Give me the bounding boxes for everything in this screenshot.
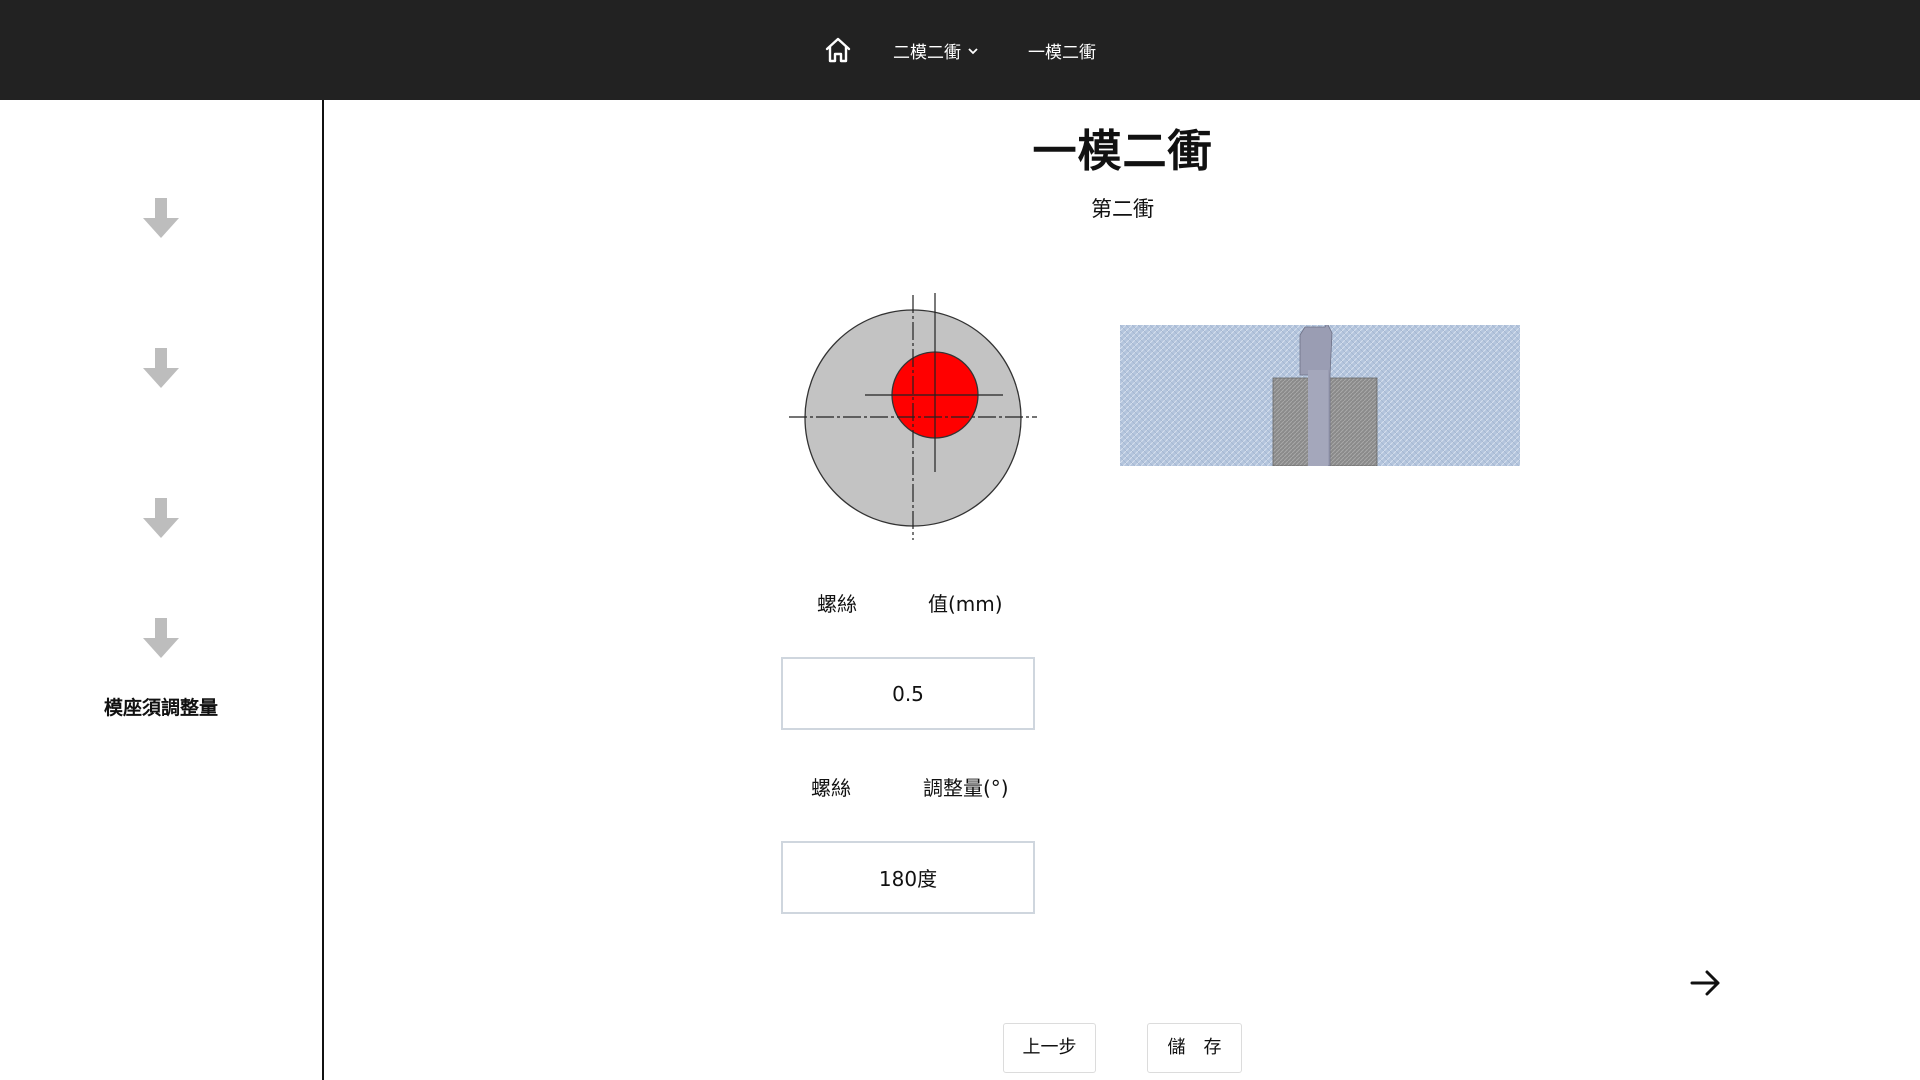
alignment-diagram xyxy=(789,293,1037,540)
screw-label: 螺絲 xyxy=(817,592,857,616)
screw-adjustment-field[interactable] xyxy=(781,841,1035,914)
arrow-right-icon[interactable] xyxy=(1690,970,1722,996)
screw-label: 螺絲 xyxy=(811,776,851,800)
mold-section-image xyxy=(1120,325,1520,466)
adjustment-degree-label: 調整量(°) xyxy=(923,776,1009,800)
page-title: 一模二衝 xyxy=(1032,126,1213,177)
step-label-die-adjustment[interactable]: 模座須調整量 xyxy=(0,693,322,720)
arrow-down-icon xyxy=(143,618,179,658)
nav-link-one-die-two-punch[interactable]: 一模二衝 xyxy=(1028,38,1096,63)
steps-sidebar: 模座須調整量 xyxy=(0,100,324,1080)
screw-value-field[interactable] xyxy=(781,657,1035,730)
arrow-down-icon xyxy=(143,198,179,238)
save-button[interactable]: 儲 存 xyxy=(1147,1023,1242,1073)
nav-menu-two-die-two-punch[interactable]: 二模二衝 xyxy=(893,38,979,63)
arrow-down-icon xyxy=(143,498,179,538)
nav-menu-label: 二模二衝 xyxy=(893,43,961,63)
home-icon[interactable] xyxy=(823,35,853,65)
top-navigation-bar: 二模二衝 一模二衝 xyxy=(0,0,1920,100)
previous-step-button[interactable]: 上一步 xyxy=(1003,1023,1096,1073)
value-mm-label: 值(mm) xyxy=(928,592,1003,616)
chevron-down-icon xyxy=(968,47,978,54)
arrow-down-icon xyxy=(143,348,179,388)
page-subtitle: 第二衝 xyxy=(1091,197,1154,221)
